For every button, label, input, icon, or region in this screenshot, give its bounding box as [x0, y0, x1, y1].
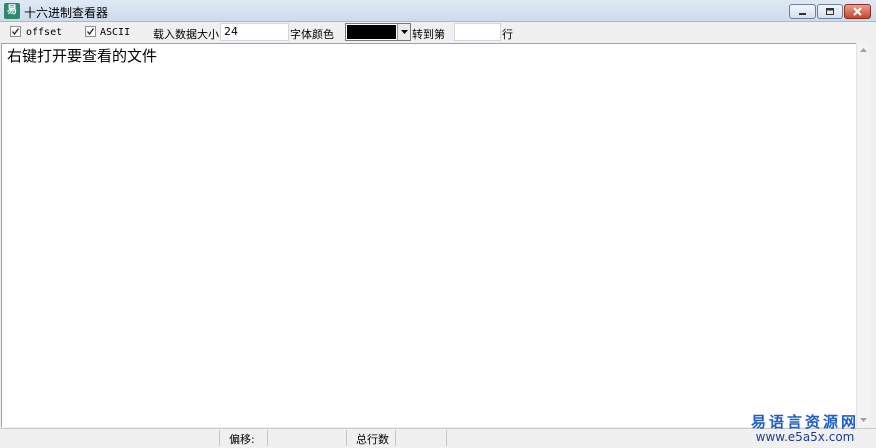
checkmark-icon: [86, 28, 95, 36]
vertical-scrollbar[interactable]: [856, 43, 870, 427]
hex-view-area[interactable]: 右键打开要查看的文件: [1, 43, 856, 427]
load-size-label: 载入数据大小: [153, 28, 219, 41]
goto-line-input[interactable]: [454, 23, 501, 41]
watermark-url: www.e5a5x.com: [755, 430, 855, 444]
minimize-button[interactable]: [789, 4, 816, 19]
status-offset-label: 偏移:: [229, 433, 255, 446]
ascii-checkbox-label[interactable]: ASCII: [100, 27, 130, 38]
ascii-checkbox[interactable]: [85, 26, 96, 37]
status-divider: [346, 430, 347, 446]
load-size-input[interactable]: 24: [220, 23, 289, 41]
offset-checkbox[interactable]: [10, 26, 21, 37]
status-divider: [219, 430, 220, 446]
dropdown-button[interactable]: [397, 24, 410, 40]
watermark-site-name: 易语言资源网: [750, 413, 859, 431]
close-button[interactable]: [844, 4, 871, 19]
status-total-rows-label: 总行数: [356, 433, 389, 446]
font-color-swatch: [347, 25, 396, 39]
status-divider: [267, 430, 268, 446]
title-bar: 易 十六进制查看器: [0, 0, 876, 22]
offset-checkbox-label[interactable]: offset: [26, 27, 62, 38]
minimize-icon: [799, 13, 806, 15]
font-color-select[interactable]: [345, 23, 411, 41]
scroll-up-icon[interactable]: [859, 46, 868, 55]
maximize-icon: [826, 8, 834, 15]
empty-hint: 右键打开要查看的文件: [7, 47, 158, 65]
goto-suffix-label: 行: [502, 28, 513, 41]
goto-label: 转到第: [412, 28, 445, 41]
font-color-label: 字体颜色: [290, 28, 334, 41]
close-icon: [853, 7, 862, 16]
status-divider: [446, 430, 447, 446]
app-icon: 易: [4, 3, 20, 19]
window-title: 十六进制查看器: [24, 6, 109, 20]
checkmark-icon: [11, 28, 20, 36]
status-divider: [395, 430, 396, 446]
maximize-button[interactable]: [817, 4, 843, 19]
chevron-down-icon: [401, 30, 408, 34]
